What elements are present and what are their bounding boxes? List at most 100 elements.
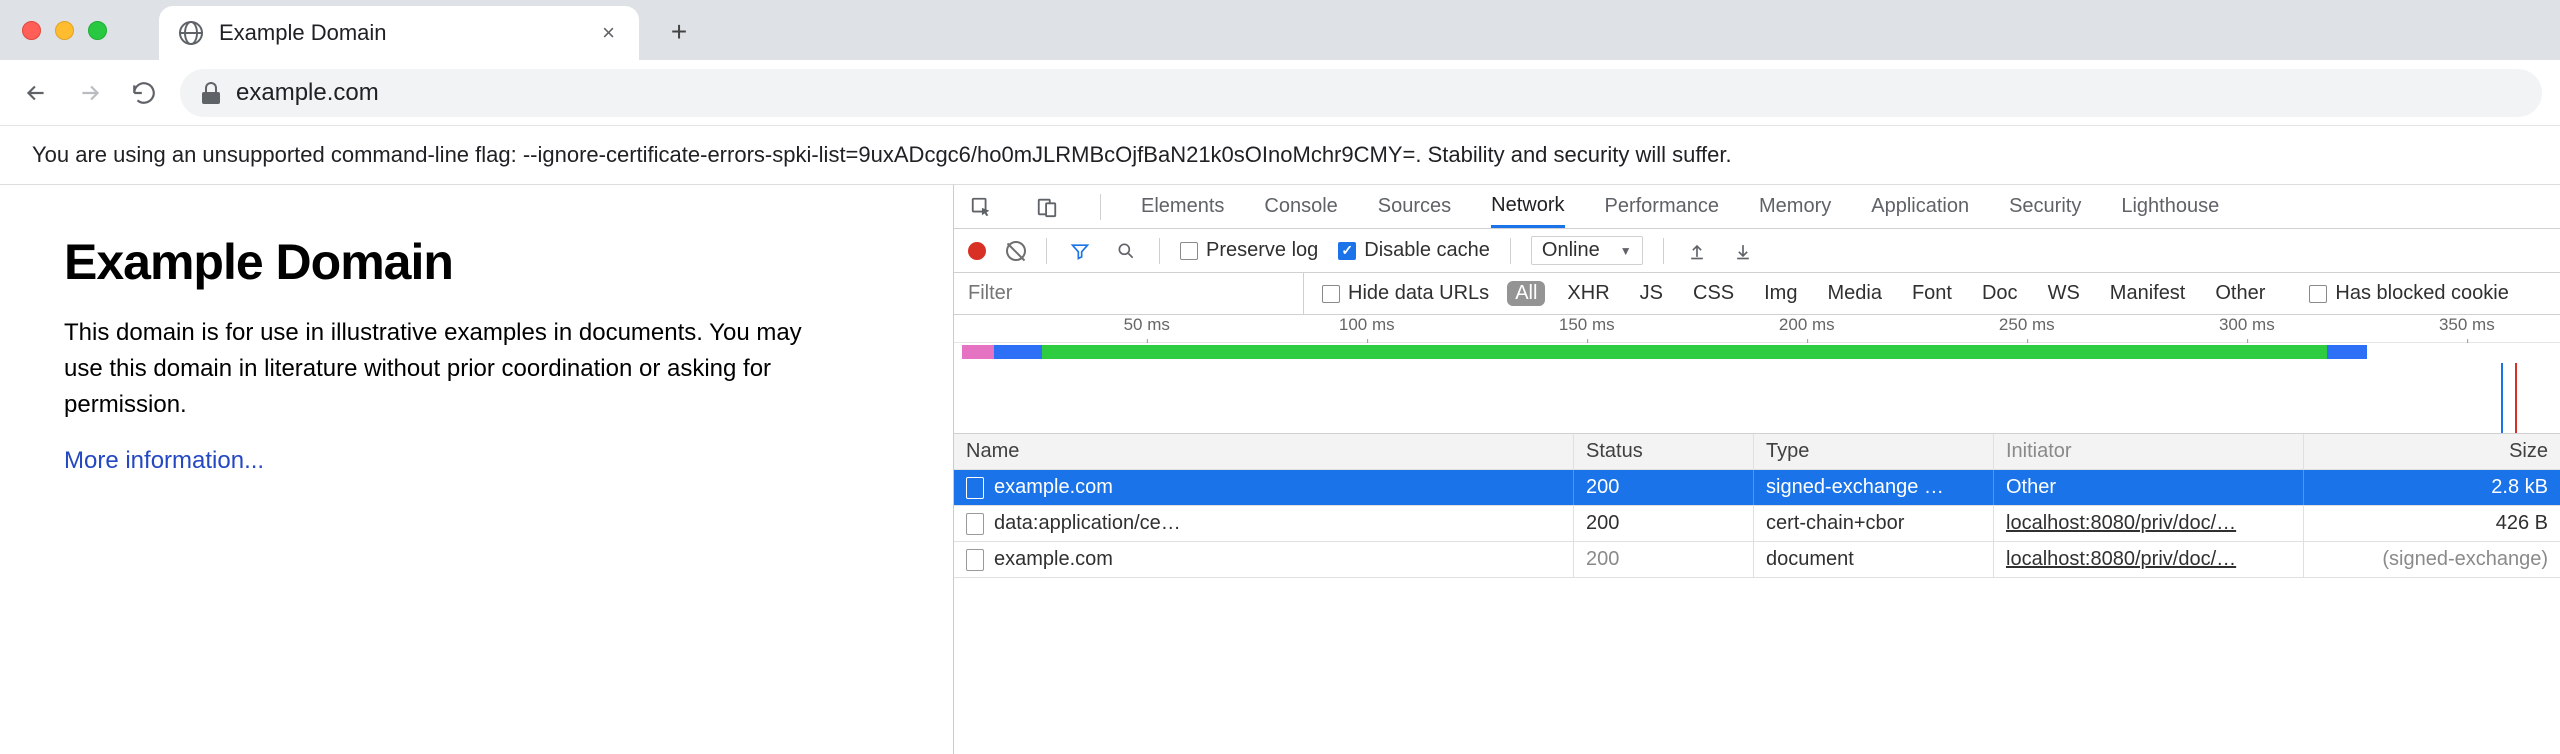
inspect-element-icon[interactable] (968, 194, 994, 220)
filter-icon[interactable] (1067, 238, 1093, 264)
url-text: example.com (236, 79, 379, 107)
browser-tab[interactable]: Example Domain × (159, 6, 639, 60)
page-heading: Example Domain (64, 233, 889, 291)
filter-pill-xhr[interactable]: XHR (1559, 281, 1617, 306)
load-line (2515, 363, 2517, 433)
device-toolbar-icon[interactable] (1034, 194, 1060, 220)
chevron-down-icon: ▼ (1620, 244, 1632, 258)
download-icon[interactable] (1730, 238, 1756, 264)
has-blocked-label: Has blocked cookie (2335, 282, 2508, 305)
col-initiator[interactable]: Initiator (1994, 434, 2304, 469)
filter-pill-img[interactable]: Img (1756, 281, 1805, 306)
devtools-tab-application[interactable]: Application (1871, 185, 1969, 228)
timeline-tick: 300 ms (2219, 315, 2275, 335)
throttling-select[interactable]: Online ▼ (1531, 236, 1643, 265)
devtools-tab-lighthouse[interactable]: Lighthouse (2121, 185, 2219, 228)
infobar-warning: You are using an unsupported command-lin… (0, 126, 2560, 185)
upload-icon[interactable] (1684, 238, 1710, 264)
timeline-bar (962, 345, 994, 359)
content-area: Example Domain This domain is for use in… (0, 185, 2560, 754)
filter-pill-font[interactable]: Font (1904, 281, 1960, 306)
separator (1046, 238, 1047, 264)
col-size[interactable]: Size (2304, 434, 2560, 469)
table-header[interactable]: Name Status Type Initiator Size (954, 434, 2560, 470)
more-info-link[interactable]: More information... (64, 447, 264, 474)
cell-status: 200 (1574, 506, 1754, 541)
filter-pill-js[interactable]: JS (1632, 281, 1671, 306)
cell-type: cert-chain+cbor (1754, 506, 1994, 541)
back-button[interactable] (18, 75, 54, 111)
filter-pill-other[interactable]: Other (2207, 281, 2273, 306)
timeline-tick: 50 ms (1124, 315, 1170, 335)
cell-name: data:application/ce… (954, 506, 1574, 541)
cell-initiator[interactable]: Other (1994, 470, 2304, 505)
file-icon (966, 477, 984, 499)
file-icon (966, 549, 984, 571)
has-blocked-cookies-checkbox[interactable]: Has blocked cookie (2309, 282, 2508, 305)
table-row[interactable]: example.com200signed-exchange …Other2.8 … (954, 470, 2560, 506)
new-tab-button[interactable]: + (657, 10, 701, 54)
filter-pill-manifest[interactable]: Manifest (2102, 281, 2194, 306)
toolbar: example.com (0, 60, 2560, 126)
address-bar[interactable]: example.com (180, 69, 2542, 117)
cell-status: 200 (1574, 542, 1754, 577)
search-icon[interactable] (1113, 238, 1139, 264)
col-name[interactable]: Name (954, 434, 1574, 469)
file-icon (966, 513, 984, 535)
filter-pill-media[interactable]: Media (1819, 281, 1889, 306)
timeline-bar (1042, 345, 2327, 359)
cell-status: 200 (1574, 470, 1754, 505)
col-status[interactable]: Status (1574, 434, 1754, 469)
throttling-value: Online (1542, 239, 1600, 262)
clear-button[interactable] (1006, 241, 1026, 261)
network-timeline[interactable]: 50 ms 100 ms 150 ms 200 ms 250 ms 300 ms 350 m… (954, 315, 2560, 434)
devtools-panel: Elements Console Sources Network Performance… (954, 185, 2560, 754)
filter-pill-all[interactable]: All (1507, 281, 1545, 306)
close-window-button[interactable] (22, 21, 41, 40)
filter-pill-ws[interactable]: WS (2040, 281, 2088, 306)
timeline-tick: 350 ms (2439, 315, 2495, 335)
filter-input[interactable] (954, 273, 1304, 314)
devtools-tab-network[interactable]: Network (1491, 185, 1564, 228)
reload-button[interactable] (126, 75, 162, 111)
forward-button[interactable] (72, 75, 108, 111)
globe-icon (179, 21, 203, 45)
col-type[interactable]: Type (1754, 434, 1994, 469)
timeline-tick: 150 ms (1559, 315, 1615, 335)
timeline-bar (2327, 345, 2367, 359)
devtools-tab-sources[interactable]: Sources (1378, 185, 1451, 228)
devtools-tab-elements[interactable]: Elements (1141, 185, 1224, 228)
cell-size: 2.8 kB (2304, 470, 2560, 505)
browser-tabstrip: Example Domain × + (0, 0, 2560, 60)
minimize-window-button[interactable] (55, 21, 74, 40)
disable-cache-checkbox[interactable]: Disable cache (1338, 239, 1490, 262)
network-toolbar: Preserve log Disable cache Online ▼ (954, 229, 2560, 273)
cell-size: 426 B (2304, 506, 2560, 541)
table-row[interactable]: data:application/ce…200cert-chain+cborlo… (954, 506, 2560, 542)
close-tab-button[interactable]: × (598, 16, 619, 50)
cell-name: example.com (954, 542, 1574, 577)
devtools-tab-console[interactable]: Console (1264, 185, 1337, 228)
hide-data-urls-checkbox[interactable]: Hide data URLs (1322, 282, 1489, 305)
domcontentloaded-line (2501, 363, 2503, 433)
table-row[interactable]: example.com200documentlocalhost:8080/pri… (954, 542, 2560, 578)
cell-initiator[interactable]: localhost:8080/priv/doc/… (1994, 506, 2304, 541)
tab-title: Example Domain (219, 20, 582, 46)
filter-pill-css[interactable]: CSS (1685, 281, 1742, 306)
devtools-tab-memory[interactable]: Memory (1759, 185, 1831, 228)
filter-pill-doc[interactable]: Doc (1974, 281, 2026, 306)
cell-initiator[interactable]: localhost:8080/priv/doc/… (1994, 542, 2304, 577)
timeline-tick: 100 ms (1339, 315, 1395, 335)
separator (1510, 238, 1511, 264)
fullscreen-window-button[interactable] (88, 21, 107, 40)
devtools-tab-security[interactable]: Security (2009, 185, 2081, 228)
timeline-tick: 200 ms (1779, 315, 1835, 335)
preserve-log-label: Preserve log (1206, 239, 1318, 262)
devtools-tab-performance[interactable]: Performance (1605, 185, 1720, 228)
preserve-log-checkbox[interactable]: Preserve log (1180, 239, 1318, 262)
timeline-tick: 250 ms (1999, 315, 2055, 335)
cell-type: document (1754, 542, 1994, 577)
window-controls (12, 0, 119, 60)
disable-cache-label: Disable cache (1364, 239, 1490, 262)
record-button[interactable] (968, 242, 986, 260)
